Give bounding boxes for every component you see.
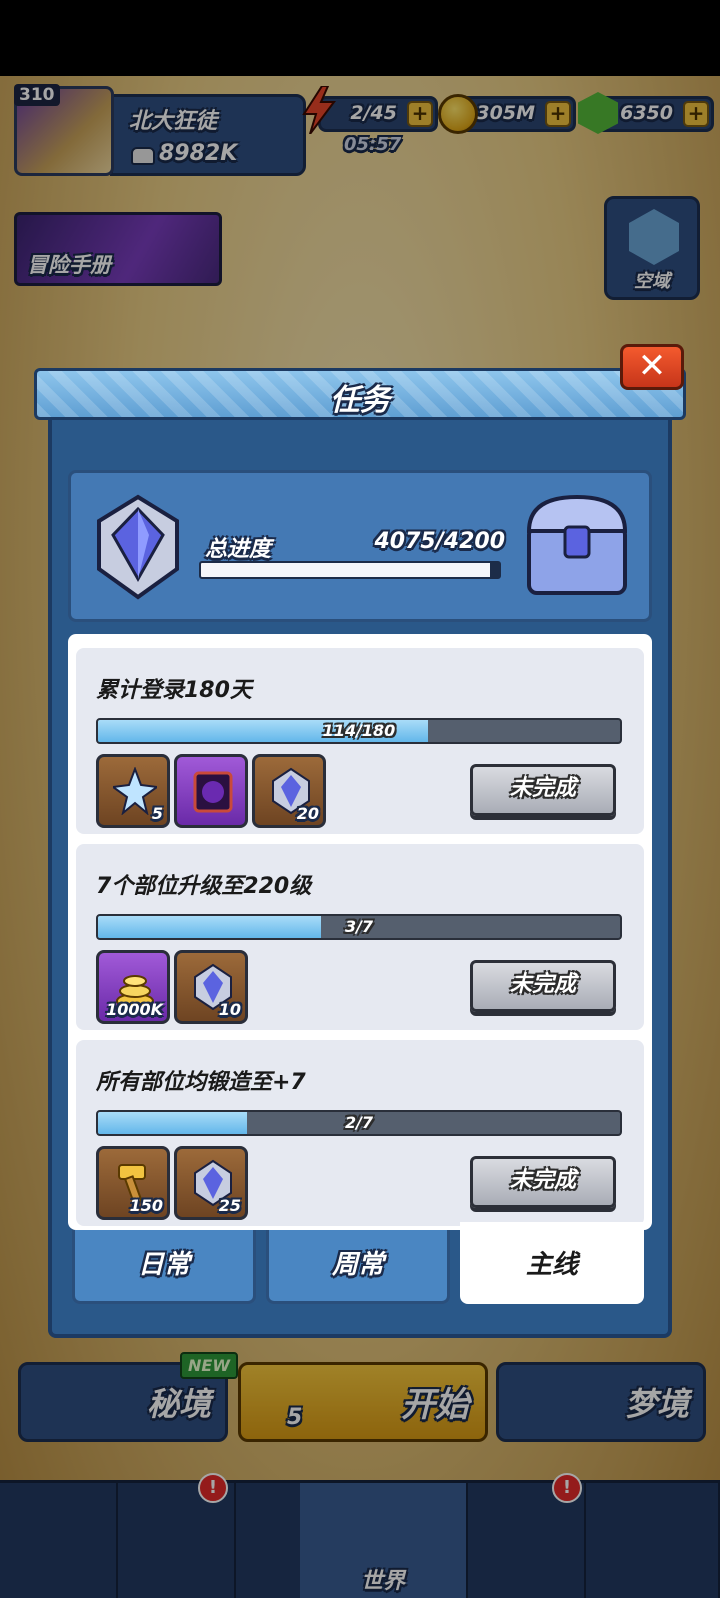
- treasure-chest-icon[interactable]: [521, 487, 633, 605]
- reward-count: 20: [296, 804, 319, 823]
- total-progress-count: 4075/4200: [374, 529, 506, 554]
- total-progress-bar: [199, 561, 501, 579]
- task-title: 累计登录180天: [96, 678, 252, 703]
- task-card: 所有部位均锻造至+7 2/7 150 25 未完成: [76, 1040, 644, 1226]
- reward-count: 5: [151, 804, 163, 823]
- reward-count: 25: [218, 1196, 241, 1215]
- task-progress-text: 3/7: [344, 917, 374, 936]
- tab-daily-label: 日常: [137, 1250, 190, 1280]
- incomplete-label: 未完成: [509, 776, 576, 801]
- incomplete-button[interactable]: 未完成: [470, 960, 616, 1012]
- task-title: 所有部位均锻造至+7: [96, 1070, 306, 1095]
- task-progress-bar: 114/180: [96, 718, 622, 744]
- tab-weekly[interactable]: 周常: [266, 1230, 450, 1304]
- reward-count: 150: [129, 1196, 163, 1215]
- task-card: 7个部位升级至220级 3/7 1000K 10 未完成: [76, 844, 644, 1030]
- reward-count: 10: [218, 1000, 241, 1019]
- reward-count: 1000K: [106, 1000, 163, 1019]
- incomplete-label: 未完成: [509, 1168, 576, 1193]
- reward-item[interactable]: [174, 754, 248, 828]
- dialog-title-banner: 任务: [34, 368, 686, 420]
- task-title: 7个部位升级至220级: [96, 874, 312, 899]
- incomplete-button[interactable]: 未完成: [470, 764, 616, 816]
- reward-item[interactable]: 1000K: [96, 950, 170, 1024]
- crystal-badge-icon: [97, 494, 179, 600]
- status-bar: [0, 0, 720, 76]
- total-progress-card: 总进度 4075/4200: [68, 470, 652, 622]
- tab-main-story-label: 主线: [525, 1250, 578, 1280]
- reward-item[interactable]: 25: [174, 1146, 248, 1220]
- tab-weekly-label: 周常: [331, 1250, 384, 1280]
- tab-daily[interactable]: 日常: [72, 1230, 256, 1304]
- task-progress-text: 2/7: [344, 1113, 374, 1132]
- total-progress-label: 总进度: [205, 537, 272, 562]
- task-list[interactable]: 累计登录180天 114/180 5 20 未完成 7个部位升级至220级 3/…: [68, 634, 652, 1230]
- star-shard-icon: [113, 767, 157, 815]
- dialog-title: 任务: [330, 383, 390, 418]
- task-progress-text: 114/180: [322, 721, 396, 740]
- tab-main-story[interactable]: 主线: [460, 1222, 644, 1304]
- total-progress-fill: [201, 563, 491, 577]
- task-card: 累计登录180天 114/180 5 20 未完成: [76, 648, 644, 834]
- task-progress-bar: 3/7: [96, 914, 622, 940]
- dark-portal-frame-icon: [193, 771, 233, 813]
- incomplete-label: 未完成: [509, 972, 576, 997]
- task-progress-bar: 2/7: [96, 1110, 622, 1136]
- reward-item[interactable]: 20: [252, 754, 326, 828]
- reward-item[interactable]: 5: [96, 754, 170, 828]
- incomplete-button[interactable]: 未完成: [470, 1156, 616, 1208]
- reward-item[interactable]: 150: [96, 1146, 170, 1220]
- reward-item[interactable]: 10: [174, 950, 248, 1024]
- close-button[interactable]: ✕: [620, 344, 684, 390]
